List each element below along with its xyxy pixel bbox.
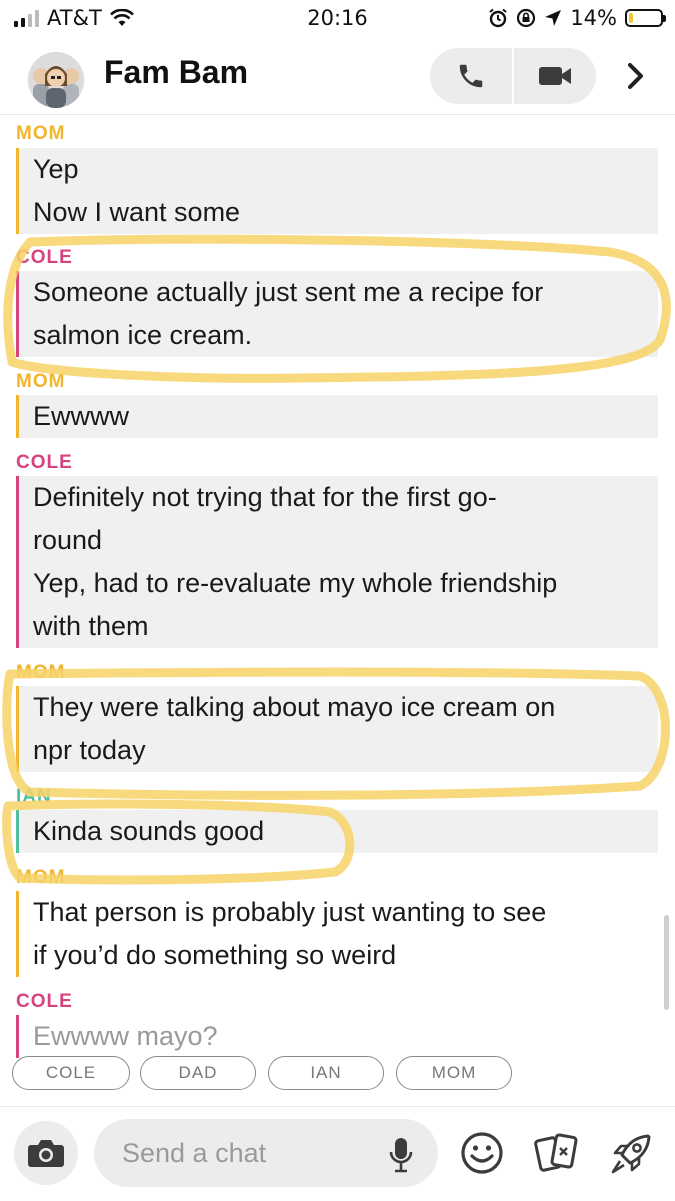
microphone-button[interactable] bbox=[388, 1137, 414, 1173]
video-call-button[interactable] bbox=[514, 48, 596, 104]
bitmoji-button[interactable] bbox=[460, 1131, 504, 1175]
group-avatar[interactable] bbox=[28, 52, 84, 108]
message-bubble[interactable]: Kinda sounds good bbox=[16, 810, 658, 853]
message-bubble[interactable]: That person is probably just wanting to … bbox=[16, 891, 658, 977]
message-bubble[interactable]: Someone actually just sent me a recipe f… bbox=[16, 271, 658, 357]
message-text: round bbox=[33, 525, 103, 555]
games-button[interactable] bbox=[608, 1131, 652, 1175]
scrollbar[interactable] bbox=[664, 915, 669, 1010]
camera-icon bbox=[28, 1140, 64, 1167]
message-bubble[interactable]: Ewwww bbox=[16, 395, 658, 438]
sender-label: MOM bbox=[16, 662, 66, 683]
sender-label: MOM bbox=[16, 371, 66, 392]
message-text: Ewwww mayo? bbox=[33, 1021, 218, 1051]
message-bubble[interactable]: Definitely not trying that for the first… bbox=[16, 476, 658, 648]
phone-icon bbox=[459, 64, 483, 88]
location-icon bbox=[545, 10, 562, 26]
camera-button[interactable] bbox=[14, 1121, 78, 1185]
sender-label: COLE bbox=[16, 991, 73, 1012]
forward-button[interactable] bbox=[618, 58, 654, 94]
voice-call-button[interactable] bbox=[430, 48, 512, 104]
message-bubble[interactable]: Ewwww mayo? bbox=[16, 1015, 658, 1058]
sticker-cards-icon bbox=[534, 1133, 578, 1172]
battery-icon bbox=[625, 9, 666, 27]
battery-percent: 14% bbox=[570, 6, 617, 30]
rotation-lock-icon bbox=[517, 8, 536, 28]
video-camera-icon bbox=[539, 67, 571, 85]
message-list[interactable]: MOM Yep Now I want some COLE Someone act… bbox=[0, 114, 675, 1059]
microphone-icon bbox=[389, 1138, 413, 1173]
sender-label: COLE bbox=[16, 452, 73, 473]
message-text: Yep, had to re-evaluate my whole friends… bbox=[33, 568, 558, 598]
sender-label: MOM bbox=[16, 123, 66, 144]
stickers-button[interactable] bbox=[534, 1131, 578, 1175]
smiley-icon bbox=[461, 1132, 503, 1174]
alarm-icon bbox=[489, 8, 507, 28]
message-text: npr today bbox=[33, 735, 146, 765]
member-chip-cole[interactable]: COLE bbox=[12, 1056, 130, 1090]
message-text: Kinda sounds good bbox=[33, 816, 265, 846]
status-right: 14% bbox=[488, 6, 666, 30]
message-text: with them bbox=[33, 611, 149, 641]
message-text: salmon ice cream. bbox=[33, 320, 253, 350]
message-text: They were talking about mayo ice cream o… bbox=[33, 692, 556, 722]
message-text: Now I want some bbox=[33, 197, 241, 227]
chat-input[interactable] bbox=[94, 1119, 438, 1187]
message-text: if you’d do something so weird bbox=[33, 940, 397, 970]
chat-header: Fam Bam bbox=[0, 44, 675, 115]
composer-bar bbox=[0, 1106, 675, 1201]
sender-label: IAN bbox=[16, 786, 52, 807]
chevron-right-icon bbox=[628, 63, 643, 89]
rocket-icon bbox=[611, 1134, 651, 1174]
message-bubble[interactable]: They were talking about mayo ice cream o… bbox=[16, 686, 658, 772]
member-chip-dad[interactable]: DAD bbox=[140, 1056, 256, 1090]
sender-label: COLE bbox=[16, 247, 73, 268]
member-chip-mom[interactable]: MOM bbox=[396, 1056, 512, 1090]
sender-label: MOM bbox=[16, 867, 66, 888]
message-text: Definitely not trying that for the first… bbox=[33, 482, 497, 512]
status-bar: AT&T 20:16 14% bbox=[0, 0, 675, 40]
message-text: Ewwww bbox=[33, 401, 130, 431]
message-text: That person is probably just wanting to … bbox=[33, 897, 547, 927]
message-text: Someone actually just sent me a recipe f… bbox=[33, 277, 544, 307]
message-bubble[interactable]: Yep Now I want some bbox=[16, 148, 658, 234]
message-text: Yep bbox=[33, 154, 79, 184]
member-chip-ian[interactable]: IAN bbox=[268, 1056, 384, 1090]
call-button-group bbox=[430, 48, 596, 104]
chat-title: Fam Bam bbox=[104, 54, 249, 90]
